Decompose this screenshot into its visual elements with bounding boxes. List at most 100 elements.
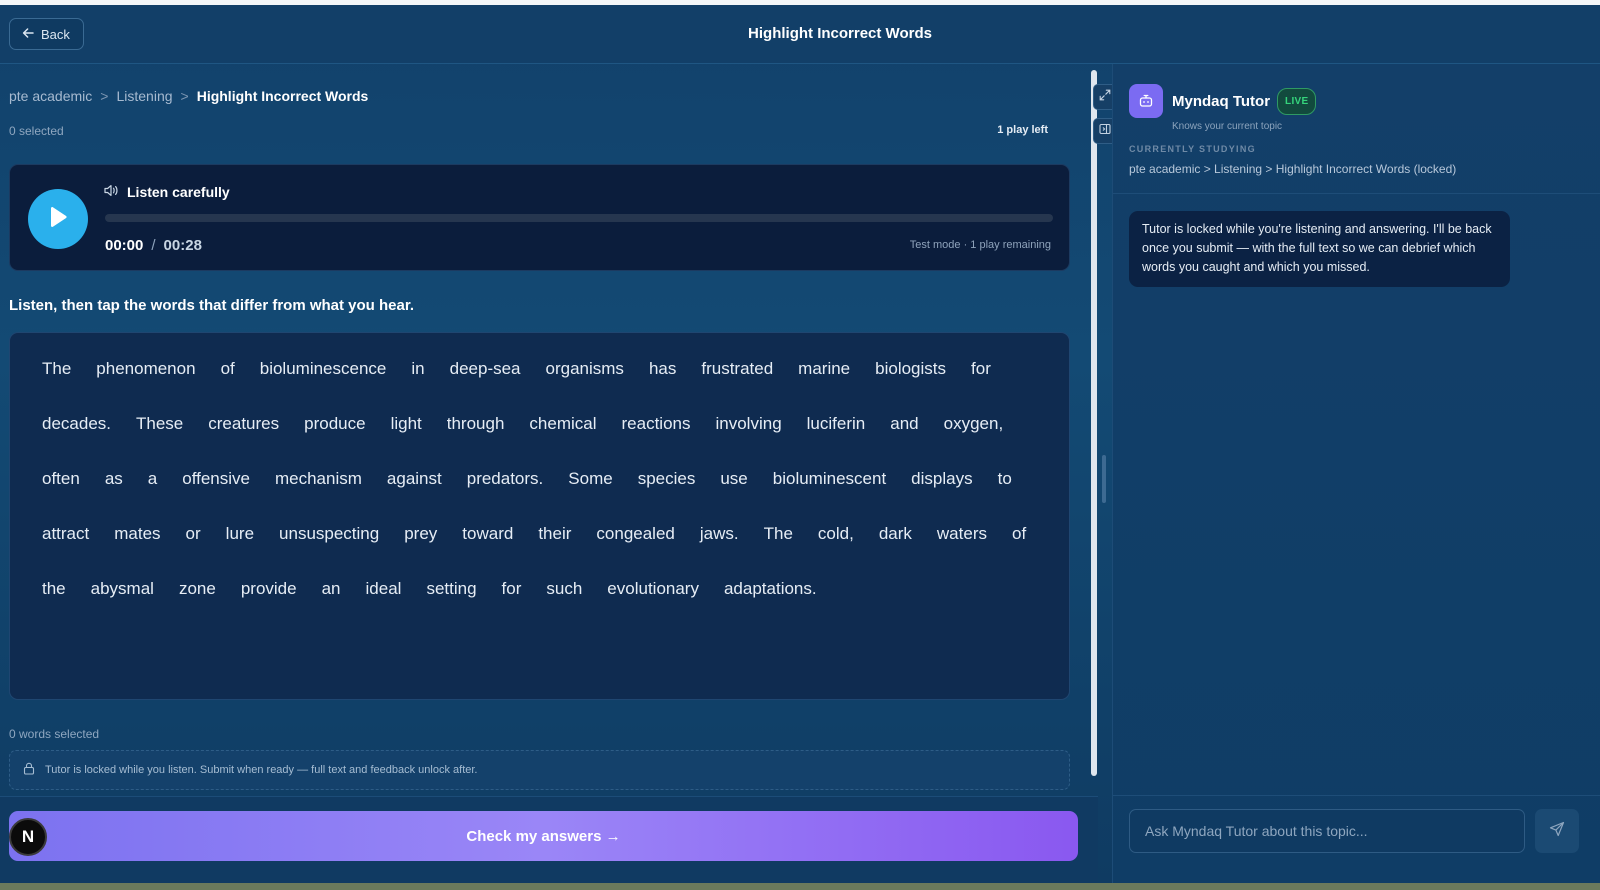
lock-note-text: Tutor is locked while you listen. Submit… <box>45 764 478 776</box>
passage-word[interactable]: The <box>30 353 83 385</box>
time-readout: 00:00 / 00:28 <box>105 237 202 254</box>
passage-word[interactable]: light <box>379 408 434 440</box>
passage-box: The phenomenon of bioluminescence in deep-sea… <box>9 332 1070 700</box>
passage-word[interactable]: luciferin <box>795 408 878 440</box>
passage-word[interactable]: cold, <box>806 518 866 550</box>
passage-word[interactable]: such <box>534 573 594 605</box>
passage-word[interactable]: dark <box>867 518 924 550</box>
breadcrumb-item-current: Highlight Incorrect Words <box>196 88 369 104</box>
tutor-title: Myndaq Tutor LIVE <box>1172 88 1317 115</box>
passage-word[interactable]: unsuspecting <box>267 518 391 550</box>
selected-count: 0 selected <box>9 124 64 138</box>
passage-word[interactable]: and <box>878 408 930 440</box>
passage-word[interactable]: ideal <box>354 573 414 605</box>
passage-word[interactable]: to <box>986 463 1024 495</box>
passage-word[interactable]: or <box>174 518 213 550</box>
passage-word[interactable]: evolutionary <box>595 573 711 605</box>
breadcrumb-item-pte-academic[interactable]: pte academic <box>9 88 92 104</box>
passage-word[interactable]: decades. <box>30 408 123 440</box>
passage-word[interactable]: mechanism <box>263 463 374 495</box>
passage-word[interactable]: use <box>708 463 759 495</box>
passage-word[interactable]: the <box>30 573 78 605</box>
passage-word[interactable]: attract <box>30 518 101 550</box>
passage-word[interactable]: for <box>959 353 1003 385</box>
passage-word[interactable]: biologists <box>863 353 958 385</box>
resize-handle[interactable] <box>1102 455 1106 503</box>
passage-word[interactable]: waters <box>925 518 999 550</box>
audio-progress-bar[interactable] <box>105 214 1053 222</box>
passage-word[interactable]: their <box>526 518 583 550</box>
listen-label: Listen carefully <box>127 184 230 200</box>
passage-word[interactable]: phenomenon <box>84 353 207 385</box>
passage-word[interactable]: displays <box>899 463 984 495</box>
passage-word[interactable]: predators. <box>455 463 556 495</box>
passage-word[interactable]: has <box>637 353 688 385</box>
passage-word[interactable]: reactions <box>610 408 703 440</box>
passage-word[interactable]: organisms <box>534 353 636 385</box>
play-button[interactable] <box>28 189 88 249</box>
exercise-panel: pte academic > Listening > Highlight Inc… <box>0 64 1098 883</box>
words-selected-count: 0 words selected <box>9 727 100 741</box>
ask-tutor-input[interactable] <box>1129 809 1525 853</box>
plays-left: 1 play left <box>997 124 1048 136</box>
listen-heading: Listen carefully <box>104 184 230 200</box>
passage-word[interactable]: involving <box>704 408 794 440</box>
passage-word[interactable]: adaptations. <box>712 573 829 605</box>
passage-word[interactable]: frustrated <box>689 353 785 385</box>
passage-word[interactable]: abysmal <box>79 573 166 605</box>
duration: 00:28 <box>163 237 202 254</box>
send-icon <box>1549 821 1565 842</box>
passage-word[interactable]: marine <box>786 353 862 385</box>
passage-word[interactable]: bioluminescence <box>248 353 399 385</box>
passage-word[interactable]: of <box>1000 518 1038 550</box>
passage-word[interactable]: toward <box>450 518 525 550</box>
passage-word[interactable]: against <box>375 463 454 495</box>
tutor-name: Myndaq Tutor <box>1172 93 1271 110</box>
page-title: Highlight Incorrect Words <box>748 25 932 42</box>
passage-word[interactable]: chemical <box>517 408 608 440</box>
send-button[interactable] <box>1535 809 1579 853</box>
passage-word[interactable]: in <box>399 353 436 385</box>
passage-word[interactable]: mates <box>102 518 172 550</box>
passage-word[interactable]: for <box>490 573 534 605</box>
passage-word[interactable]: offensive <box>170 463 262 495</box>
passage-word[interactable]: zone <box>167 573 228 605</box>
expand-icon <box>1099 88 1111 106</box>
avatar[interactable]: N <box>9 818 47 856</box>
passage-word[interactable]: Some <box>556 463 624 495</box>
passage-word[interactable]: jaws. <box>688 518 751 550</box>
passage-word[interactable]: a <box>136 463 169 495</box>
play-icon <box>48 206 68 233</box>
passage-word[interactable]: lure <box>214 518 266 550</box>
passage-word[interactable]: deep-sea <box>438 353 533 385</box>
passage-word[interactable]: setting <box>414 573 488 605</box>
breadcrumb-item-listening[interactable]: Listening <box>116 88 172 104</box>
passage-word[interactable]: These <box>124 408 195 440</box>
current-time: 00:00 <box>105 237 144 254</box>
breadcrumb: pte academic > Listening > Highlight Inc… <box>9 88 368 104</box>
passage-word[interactable]: as <box>93 463 135 495</box>
panel-icon <box>1099 122 1111 140</box>
breadcrumb-separator: > <box>100 88 109 104</box>
passage-word[interactable]: produce <box>292 408 377 440</box>
passage-word[interactable]: provide <box>229 573 309 605</box>
tutor-locked-note: Tutor is locked while you listen. Submit… <box>9 750 1070 790</box>
currently-studying-label: CURRENTLY STUDYING <box>1129 144 1256 154</box>
passage-word[interactable]: bioluminescent <box>761 463 898 495</box>
passage-word[interactable]: The <box>752 518 805 550</box>
passage-word[interactable]: creatures <box>196 408 291 440</box>
passage-word[interactable]: species <box>626 463 708 495</box>
passage-word[interactable]: oxygen, <box>932 408 1016 440</box>
passage-word[interactable]: often <box>30 463 92 495</box>
passage-word[interactable]: of <box>209 353 247 385</box>
header-bar: Back Highlight Incorrect Words <box>0 5 1600 64</box>
time-separator: / <box>151 237 156 254</box>
scrollbar[interactable] <box>1091 70 1097 776</box>
passage-word[interactable]: prey <box>392 518 449 550</box>
lock-icon <box>23 762 35 778</box>
passage-word[interactable]: through <box>435 408 517 440</box>
passage-word[interactable]: congealed <box>584 518 686 550</box>
tutor-message: Tutor is locked while you're listening a… <box>1129 211 1510 287</box>
check-answers-button[interactable]: Check my answers → <box>9 811 1078 861</box>
passage-word[interactable]: an <box>310 573 353 605</box>
